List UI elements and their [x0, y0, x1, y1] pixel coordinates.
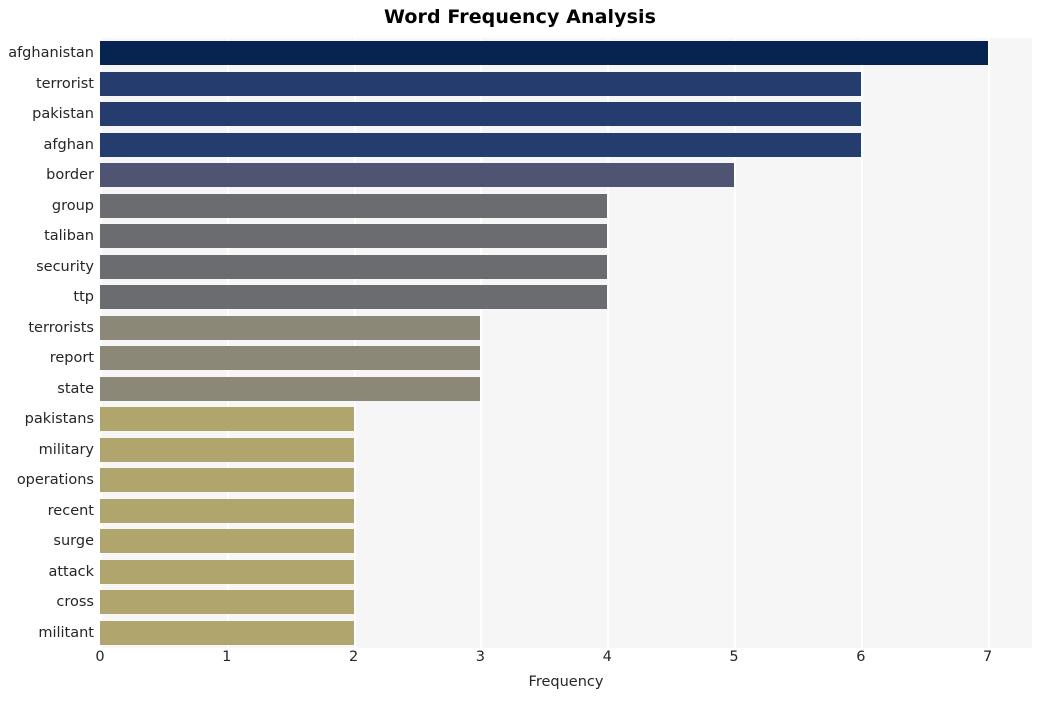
bar-pakistan[interactable] [100, 102, 861, 127]
bar-row [100, 132, 1032, 157]
word-frequency-bar-chart: Word Frequency Analysis afghanistan terro… [0, 0, 1040, 701]
y-axis-label-afghan: afghan [43, 136, 94, 153]
bar-afghan[interactable] [100, 132, 861, 157]
bar-row [100, 315, 1032, 340]
bar-row [100, 590, 1032, 615]
x-axis-ticks: 0 1 2 3 4 5 6 7 [95, 649, 1032, 674]
x-axis-tick-3: 3 [475, 649, 486, 665]
bar-row [100, 407, 1032, 432]
x-axis-tick-0: 0 [95, 649, 105, 665]
bar-row [100, 193, 1032, 218]
bar-row [100, 529, 1032, 554]
y-axis-label-group: group [51, 197, 94, 214]
y-axis-label-cross: cross [56, 594, 94, 611]
bar-row [100, 163, 1032, 188]
y-axis-label-security: security [36, 258, 94, 275]
x-axis-tick-2: 2 [348, 649, 359, 665]
bar-state[interactable] [100, 376, 481, 401]
bar-row [100, 285, 1032, 310]
bar-row [100, 498, 1032, 523]
x-axis-tick-1: 1 [222, 649, 232, 665]
y-axis-label-terrorist: terrorist [35, 75, 94, 92]
bar-row [100, 41, 1032, 66]
x-axis-tick-7: 7 [982, 649, 993, 665]
x-axis-tick-6: 6 [856, 649, 866, 665]
bar-ttp[interactable] [100, 285, 608, 310]
y-axis-label-militant: militant [38, 624, 94, 641]
bar-pakistans[interactable] [100, 407, 354, 432]
bar-report[interactable] [100, 346, 481, 371]
y-axis-label-taliban: taliban [44, 228, 94, 245]
bar-militant[interactable] [100, 620, 354, 645]
plot-area [100, 38, 1032, 648]
bar-row [100, 102, 1032, 127]
y-axis-label-pakistan: pakistan [32, 106, 94, 123]
y-axis-label-ttp: ttp [73, 289, 94, 306]
y-axis-label-recent: recent [47, 502, 94, 519]
y-axis-label-terrorists: terrorists [28, 319, 94, 336]
chart-title: Word Frequency Analysis [383, 6, 657, 28]
y-axis-label-military: military [38, 441, 94, 458]
bar-surge[interactable] [100, 529, 354, 554]
bar-row [100, 71, 1032, 96]
y-axis-labels: afghanistan terrorist pakistan afghan border… [0, 38, 94, 648]
y-axis-label-border: border [46, 167, 94, 184]
bar-row [100, 224, 1032, 249]
bar-row [100, 376, 1032, 401]
y-axis-label-attack: attack [48, 563, 94, 580]
bar-afghanistan[interactable] [100, 41, 988, 66]
x-axis-tick-4: 4 [602, 649, 612, 665]
bar-attack[interactable] [100, 559, 354, 584]
bar-group[interactable] [100, 193, 608, 218]
bar-row [100, 254, 1032, 279]
y-axis-label-surge: surge [53, 533, 94, 550]
bar-rows [100, 38, 1032, 648]
x-axis-title: Frequency [528, 674, 604, 690]
x-axis-tick-5: 5 [729, 649, 739, 665]
bar-row [100, 468, 1032, 493]
bar-taliban[interactable] [100, 224, 608, 249]
bar-row [100, 437, 1032, 462]
y-axis-label-afghanistan: afghanistan [8, 45, 94, 62]
bar-military[interactable] [100, 437, 354, 462]
y-axis-label-pakistans: pakistans [24, 411, 94, 428]
bar-cross[interactable] [100, 590, 354, 615]
bar-row [100, 620, 1032, 645]
bar-security[interactable] [100, 254, 608, 279]
y-axis-label-operations: operations [16, 472, 94, 489]
bar-row [100, 346, 1032, 371]
y-axis-label-state: state [57, 380, 94, 397]
bar-row [100, 559, 1032, 584]
y-axis-label-report: report [49, 350, 94, 367]
bar-operations[interactable] [100, 468, 354, 493]
bar-terrorist[interactable] [100, 71, 861, 96]
bar-recent[interactable] [100, 498, 354, 523]
bar-terrorists[interactable] [100, 315, 481, 340]
bar-border[interactable] [100, 163, 734, 188]
